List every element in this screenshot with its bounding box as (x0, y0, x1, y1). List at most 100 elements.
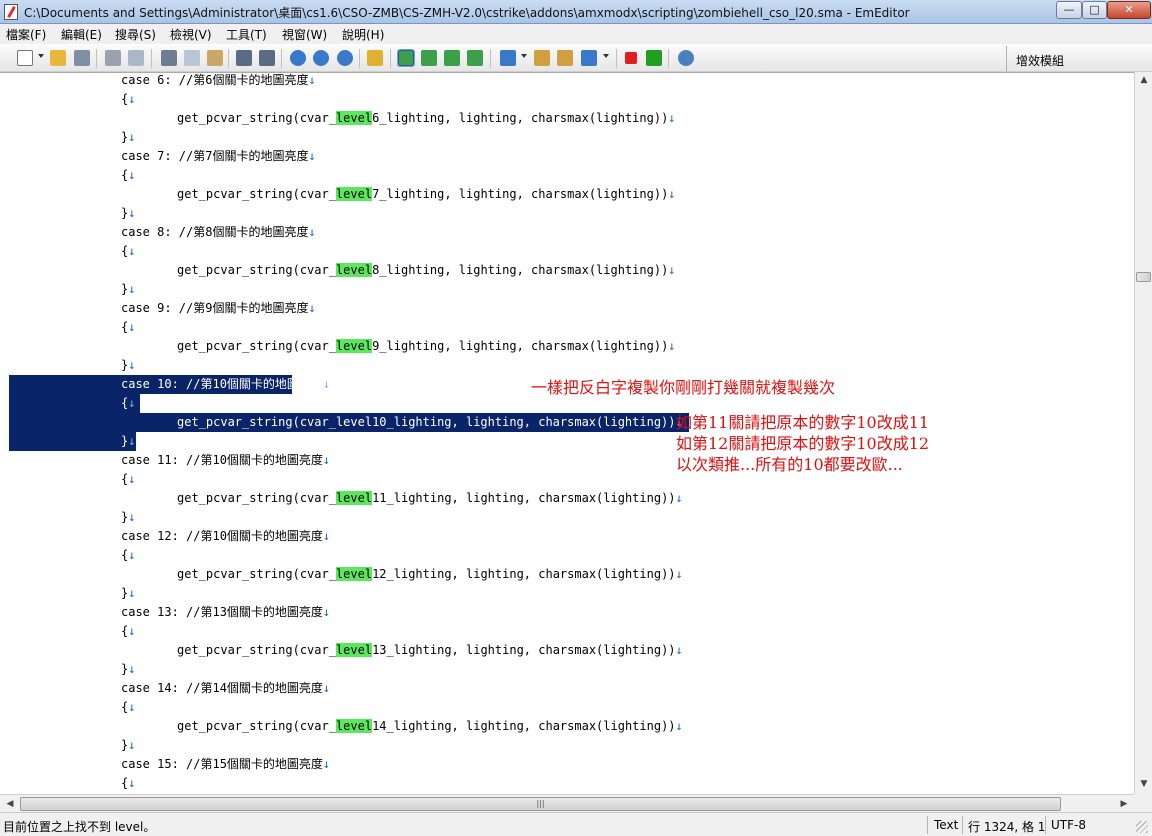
code-line[interactable]: get_pcvar_string(cvar_level11_lighting, … (0, 489, 1134, 508)
code-text: }↓ (121, 206, 136, 220)
code-line[interactable]: }↓ (0, 280, 1134, 299)
newline-mark-icon: ↓ (128, 586, 136, 600)
code-text: }↓ (121, 130, 136, 144)
code-text: {↓ (121, 700, 136, 714)
newline-mark-icon: ↓ (322, 681, 331, 695)
menu-tools[interactable]: 工具(T) (226, 26, 267, 43)
new-file-dropdown-icon[interactable] (38, 54, 44, 58)
code-line[interactable]: case 11: //第10個關卡的地圖亮度↓ (0, 451, 1134, 470)
code-line[interactable]: get_pcvar_string(cvar_level12_lighting, … (0, 565, 1134, 584)
search-match-highlight: level (335, 567, 373, 581)
wrap-column-icon[interactable] (444, 50, 460, 66)
redo-icon[interactable] (259, 50, 275, 66)
code-line[interactable]: {↓ (0, 774, 1134, 793)
code-line[interactable]: get_pcvar_string(cvar_level13_lighting, … (0, 641, 1134, 660)
horizontal-scroll-thumb[interactable]: ||| (20, 797, 1061, 811)
menu-window[interactable]: 視窗(W) (282, 26, 327, 43)
code-line[interactable]: get_pcvar_string(cvar_level7_lighting, l… (0, 185, 1134, 204)
wrap-window-icon[interactable] (421, 50, 437, 66)
code-text: }↓ (121, 434, 136, 448)
resize-grip-icon[interactable] (1136, 821, 1148, 833)
find-next-icon[interactable] (313, 50, 329, 66)
macro-dropdown-icon[interactable] (603, 54, 609, 58)
emeditor-app-icon[interactable] (4, 4, 18, 20)
menu-view[interactable]: 檢視(V) (170, 26, 212, 43)
config-icon[interactable] (500, 50, 516, 66)
plugin-icon[interactable] (678, 50, 694, 66)
code-line[interactable]: get_pcvar_string(cvar_level8_lighting, l… (0, 261, 1134, 280)
paste-icon[interactable] (207, 50, 223, 66)
code-line[interactable]: case 14: //第14個關卡的地圖亮度↓ (0, 679, 1134, 698)
code-line[interactable]: case 7: //第7個關卡的地圖亮度↓ (0, 147, 1134, 166)
code-line[interactable]: {↓ (0, 546, 1134, 565)
code-line[interactable]: }↓ (0, 660, 1134, 679)
macro-select-icon[interactable] (581, 50, 597, 66)
status-encoding[interactable]: UTF-8 (1051, 818, 1086, 832)
find-prev-icon[interactable] (337, 50, 353, 66)
code-line[interactable]: case 6: //第6個關卡的地圖亮度↓ (0, 73, 1134, 90)
horizontal-scrollbar[interactable]: ◀ ||| ▶ (0, 794, 1134, 812)
scroll-left-arrow-icon[interactable]: ◀ (4, 798, 16, 810)
code-line[interactable]: {↓ (0, 242, 1134, 261)
toolbar-separator (281, 49, 282, 68)
find-in-files-icon[interactable] (367, 50, 383, 66)
scroll-down-arrow-icon[interactable]: ▼ (1138, 778, 1150, 790)
code-text: get_pcvar_string(cvar_level14_lighting, … (177, 719, 683, 733)
undo-icon[interactable] (236, 50, 252, 66)
code-line[interactable]: }↓ (0, 204, 1134, 223)
print-preview-icon[interactable] (128, 50, 144, 66)
code-line[interactable]: case 13: //第13個關卡的地圖亮度↓ (0, 603, 1134, 622)
code-line[interactable]: get_pcvar_string(cvar_level14_lighting, … (0, 717, 1134, 736)
print-icon[interactable] (105, 50, 121, 66)
code-line[interactable]: {↓ (0, 698, 1134, 717)
config-dropdown-icon[interactable] (521, 54, 527, 58)
code-line[interactable]: }↓ (0, 584, 1134, 603)
macro-stop-icon[interactable] (625, 52, 637, 64)
code-line[interactable]: get_pcvar_string(cvar_level6_lighting, l… (0, 109, 1134, 128)
wrap-none-icon[interactable] (397, 49, 415, 67)
maximize-button[interactable]: □ (1082, 1, 1107, 19)
new-file-icon[interactable] (17, 50, 33, 66)
code-line[interactable]: }↓ (0, 432, 1134, 451)
code-line[interactable]: }↓ (0, 356, 1134, 375)
code-line[interactable]: get_pcvar_string(cvar_level10_lighting, … (0, 413, 1134, 432)
code-line[interactable]: }↓ (0, 128, 1134, 147)
wrap-page-icon[interactable] (467, 50, 483, 66)
vertical-scrollbar[interactable]: ▲ ▼ (1134, 72, 1152, 794)
menu-help[interactable]: 說明(H) (342, 26, 384, 43)
save-icon[interactable] (74, 50, 90, 66)
code-line[interactable]: {↓ (0, 622, 1134, 641)
menu-file[interactable]: 檔案(F) (6, 26, 46, 43)
open-file-icon[interactable] (50, 50, 66, 66)
scroll-up-arrow-icon[interactable]: ▲ (1138, 74, 1150, 86)
vertical-scroll-thumb[interactable] (1136, 272, 1151, 282)
status-divider (927, 816, 928, 834)
copy-icon[interactable] (184, 50, 200, 66)
newline-mark-icon: ↓ (668, 111, 676, 125)
code-line[interactable]: }↓ (0, 736, 1134, 755)
status-mode[interactable]: Text (934, 818, 958, 832)
code-line[interactable]: case 9: //第9個關卡的地圖亮度↓ (0, 299, 1134, 318)
properties-icon[interactable] (534, 50, 550, 66)
macro-run-icon[interactable] (646, 50, 662, 66)
menu-edit[interactable]: 編輯(E) (61, 26, 102, 43)
scroll-right-arrow-icon[interactable]: ▶ (1118, 798, 1130, 810)
code-line[interactable]: {↓ (0, 470, 1134, 489)
cut-icon[interactable] (161, 50, 177, 66)
minimize-button[interactable]: — (1056, 1, 1082, 19)
code-line[interactable]: case 12: //第10個關卡的地圖亮度↓ (0, 527, 1134, 546)
code-line[interactable]: {↓ (0, 166, 1134, 185)
editor-text-area[interactable]: case 6: //第6個關卡的地圖亮度↓ {↓ get_pcvar_string(… (0, 72, 1134, 794)
close-button[interactable]: ✕ (1107, 1, 1151, 19)
code-line[interactable]: {↓ (0, 318, 1134, 337)
status-position[interactable]: 行 1324, 格 1 (968, 818, 1045, 835)
menu-search[interactable]: 搜尋(S) (115, 26, 156, 43)
code-line[interactable]: case 15: //第15個關卡的地圖亮度↓ (0, 755, 1134, 774)
customize-icon[interactable] (557, 50, 573, 66)
code-text: case 11: //第10個關卡的地圖亮度↓ (121, 453, 331, 467)
code-line[interactable]: case 8: //第8個關卡的地圖亮度↓ (0, 223, 1134, 242)
code-line[interactable]: }↓ (0, 508, 1134, 527)
code-line[interactable]: get_pcvar_string(cvar_level9_lighting, l… (0, 337, 1134, 356)
code-line[interactable]: {↓ (0, 90, 1134, 109)
find-icon[interactable] (290, 50, 306, 66)
